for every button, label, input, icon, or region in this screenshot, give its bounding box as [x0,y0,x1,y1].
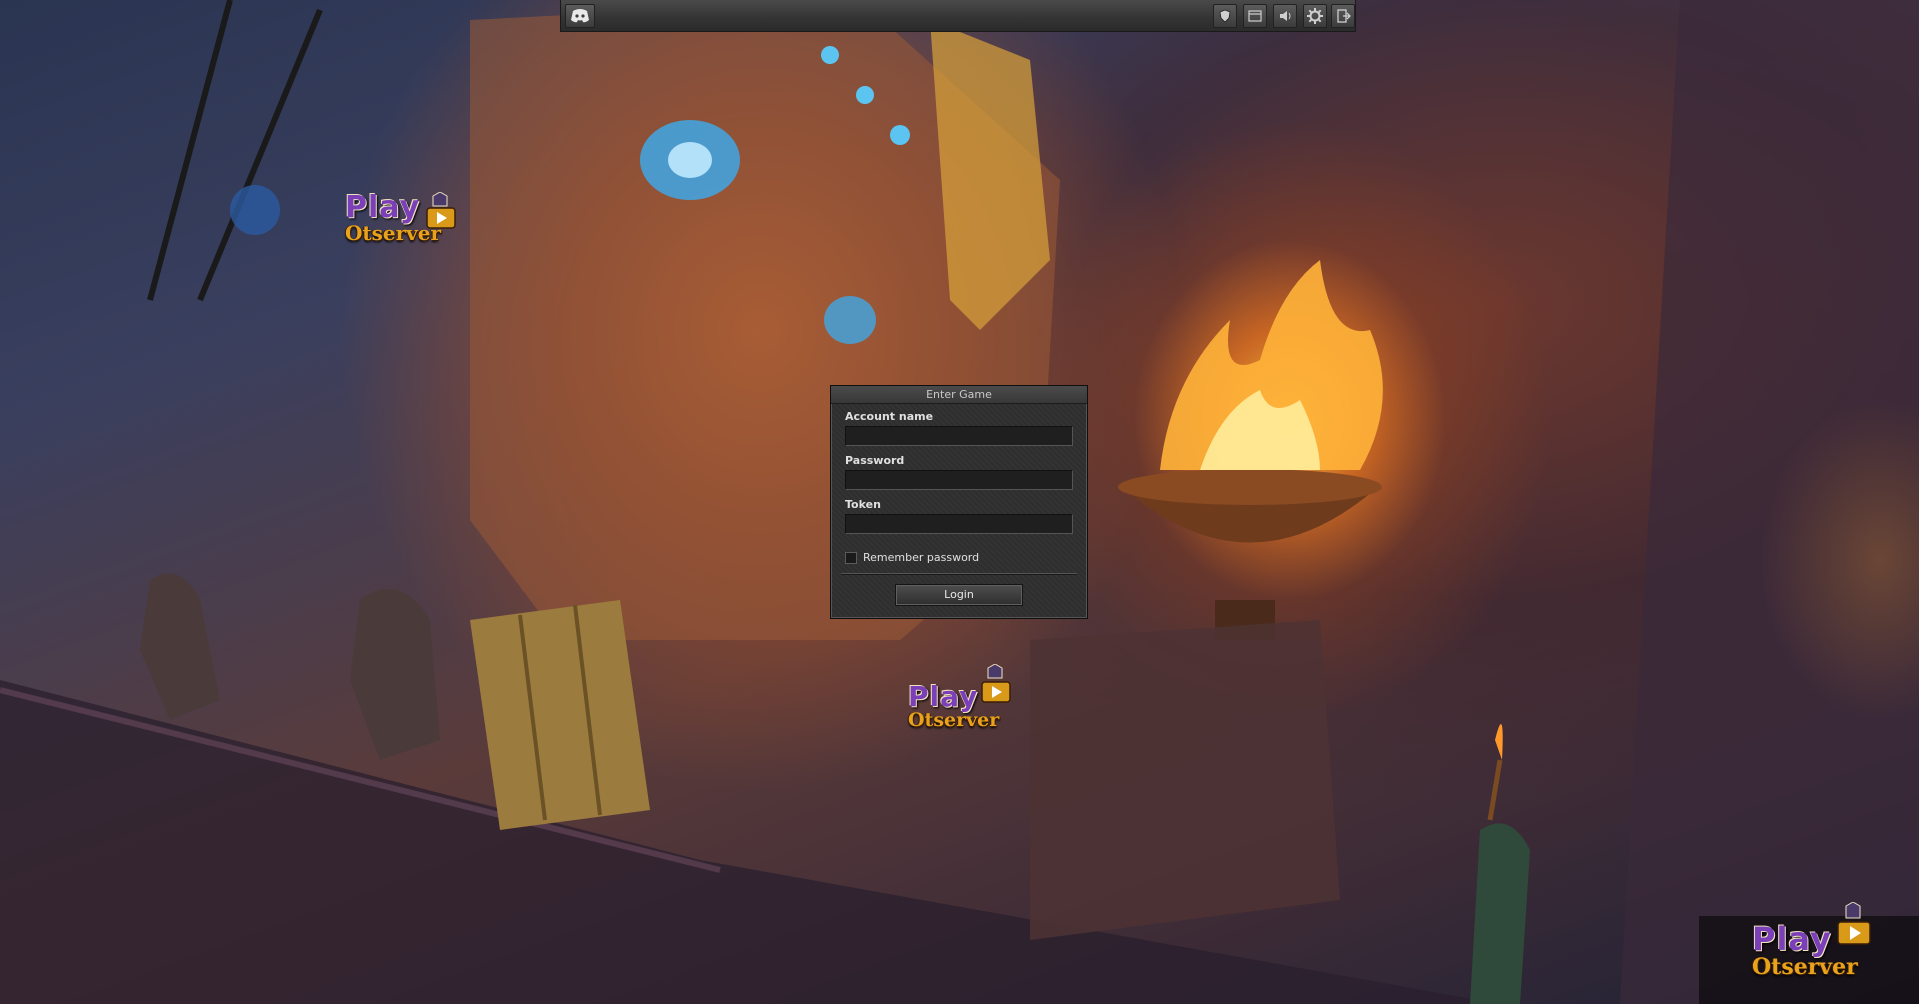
play-icon [426,192,456,229]
login-button[interactable]: Login [895,584,1023,606]
token-input[interactable] [845,514,1073,534]
watermark-center: Play Otserver [908,664,1011,731]
token-label: Token [845,498,881,511]
shield-button[interactable] [1213,4,1237,28]
window-icon [1248,10,1262,22]
divider [841,573,1077,575]
watermark-bottom-right: Play Otserver [1752,902,1871,980]
play-icon [981,664,1011,703]
watermark-brand-text: Otserver [908,709,1000,731]
top-toolbar [560,0,1356,32]
account-name-label: Account name [845,410,934,423]
enter-game-window: Enter Game Account name Password Token R… [830,385,1088,619]
options-button[interactable] [1303,4,1327,28]
password-label: Password [845,454,905,467]
remember-password-label[interactable]: Remember password [863,551,979,564]
discord-button[interactable] [565,4,595,28]
watermark-top-left: Play Otserver [345,190,456,245]
account-name-input[interactable] [845,426,1073,446]
shield-icon [1219,9,1231,23]
gear-icon [1307,8,1323,24]
window-title: Enter Game [831,386,1087,404]
password-input[interactable] [845,470,1073,490]
sound-button[interactable] [1273,4,1297,28]
window-button[interactable] [1243,4,1267,28]
watermark-brand-text: Otserver [1752,954,1858,980]
exit-button[interactable] [1331,4,1355,28]
speaker-icon [1280,11,1291,21]
remember-password-checkbox[interactable] [845,552,857,564]
discord-icon [571,9,589,23]
exit-icon [1337,9,1351,23]
play-icon [1837,902,1871,945]
